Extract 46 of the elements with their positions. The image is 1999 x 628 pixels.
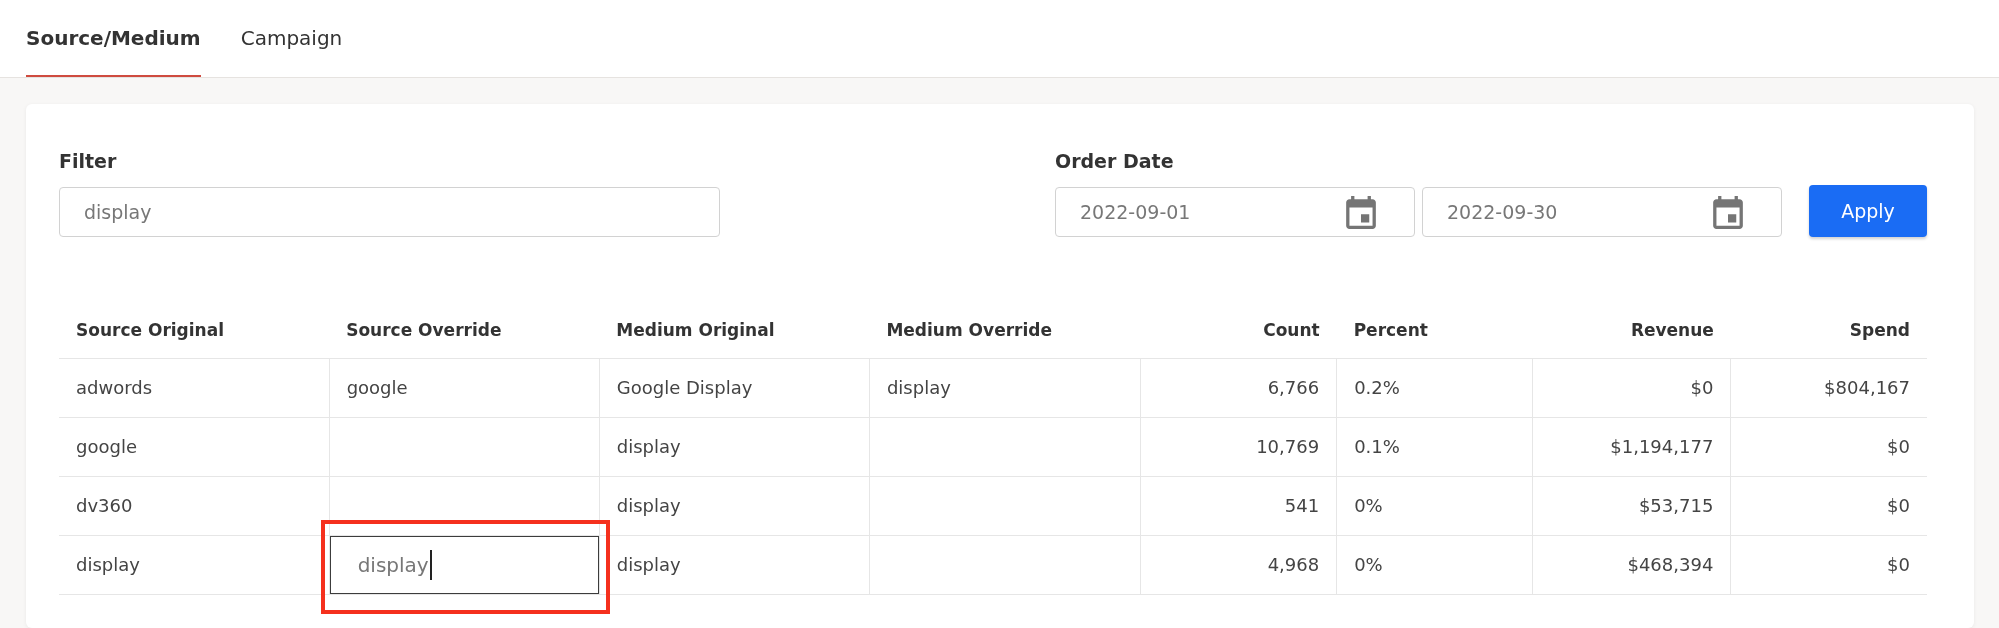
- table-cell: display: [869, 358, 1141, 417]
- date-field[interactable]: 2022-09-30: [1422, 187, 1782, 237]
- filter-input[interactable]: display: [59, 187, 720, 237]
- table-cell: 0.2%: [1336, 358, 1533, 417]
- table-cell: display: [599, 417, 870, 476]
- filter-label: Filter: [59, 149, 117, 174]
- date-field[interactable]: 2022-09-01: [1055, 187, 1415, 237]
- table-cell: 0.1%: [1336, 417, 1533, 476]
- tab[interactable]: Campaign: [240, 0, 343, 77]
- table-cell: dv360: [59, 476, 330, 535]
- table-cell: adwords: [59, 358, 330, 417]
- column-header: Source Override: [329, 302, 600, 358]
- table-cell: display: [59, 535, 330, 594]
- table-cell: $1,194,177: [1532, 417, 1731, 476]
- calendar-icon[interactable]: [1346, 195, 1376, 229]
- column-header: Percent: [1336, 302, 1533, 358]
- table-cell: $0: [1730, 417, 1927, 476]
- text-cursor-icon: [429, 549, 432, 580]
- table-cell: 0%: [1336, 476, 1533, 535]
- column-header: Source Original: [59, 302, 330, 358]
- table-cell: 6,766: [1140, 358, 1337, 417]
- table-cell: Google Display: [599, 358, 870, 417]
- table-cell: $468,394: [1532, 535, 1731, 594]
- table-cell: 0%: [1336, 535, 1533, 594]
- column-header: Revenue: [1532, 302, 1731, 358]
- column-header: Medium Override: [869, 302, 1141, 358]
- order-date-label: Order Date: [1055, 149, 1174, 174]
- tab[interactable]: Source/Medium: [26, 0, 201, 77]
- table-cell: $0: [1532, 358, 1731, 417]
- calendar-icon[interactable]: [1713, 195, 1743, 229]
- table-cell: display: [599, 476, 870, 535]
- table-cell: $53,715: [1532, 476, 1731, 535]
- table-cell: google: [329, 358, 600, 417]
- table-cell: 4,968: [1140, 535, 1337, 594]
- table-cell: $0: [1730, 476, 1927, 535]
- column-header: Medium Original: [599, 302, 870, 358]
- table-cell: 541: [1140, 476, 1337, 535]
- table-cell: google: [59, 417, 330, 476]
- column-header: Spend: [1730, 302, 1927, 358]
- column-header: Count: [1140, 302, 1337, 358]
- table-cell: 10,769: [1140, 417, 1337, 476]
- table-cell: $804,167: [1730, 358, 1927, 417]
- table-cell: display: [599, 535, 870, 594]
- table-cell: $0: [1730, 535, 1927, 594]
- apply-button[interactable]: Apply: [1809, 185, 1927, 237]
- text-input[interactable]: display: [329, 535, 599, 594]
